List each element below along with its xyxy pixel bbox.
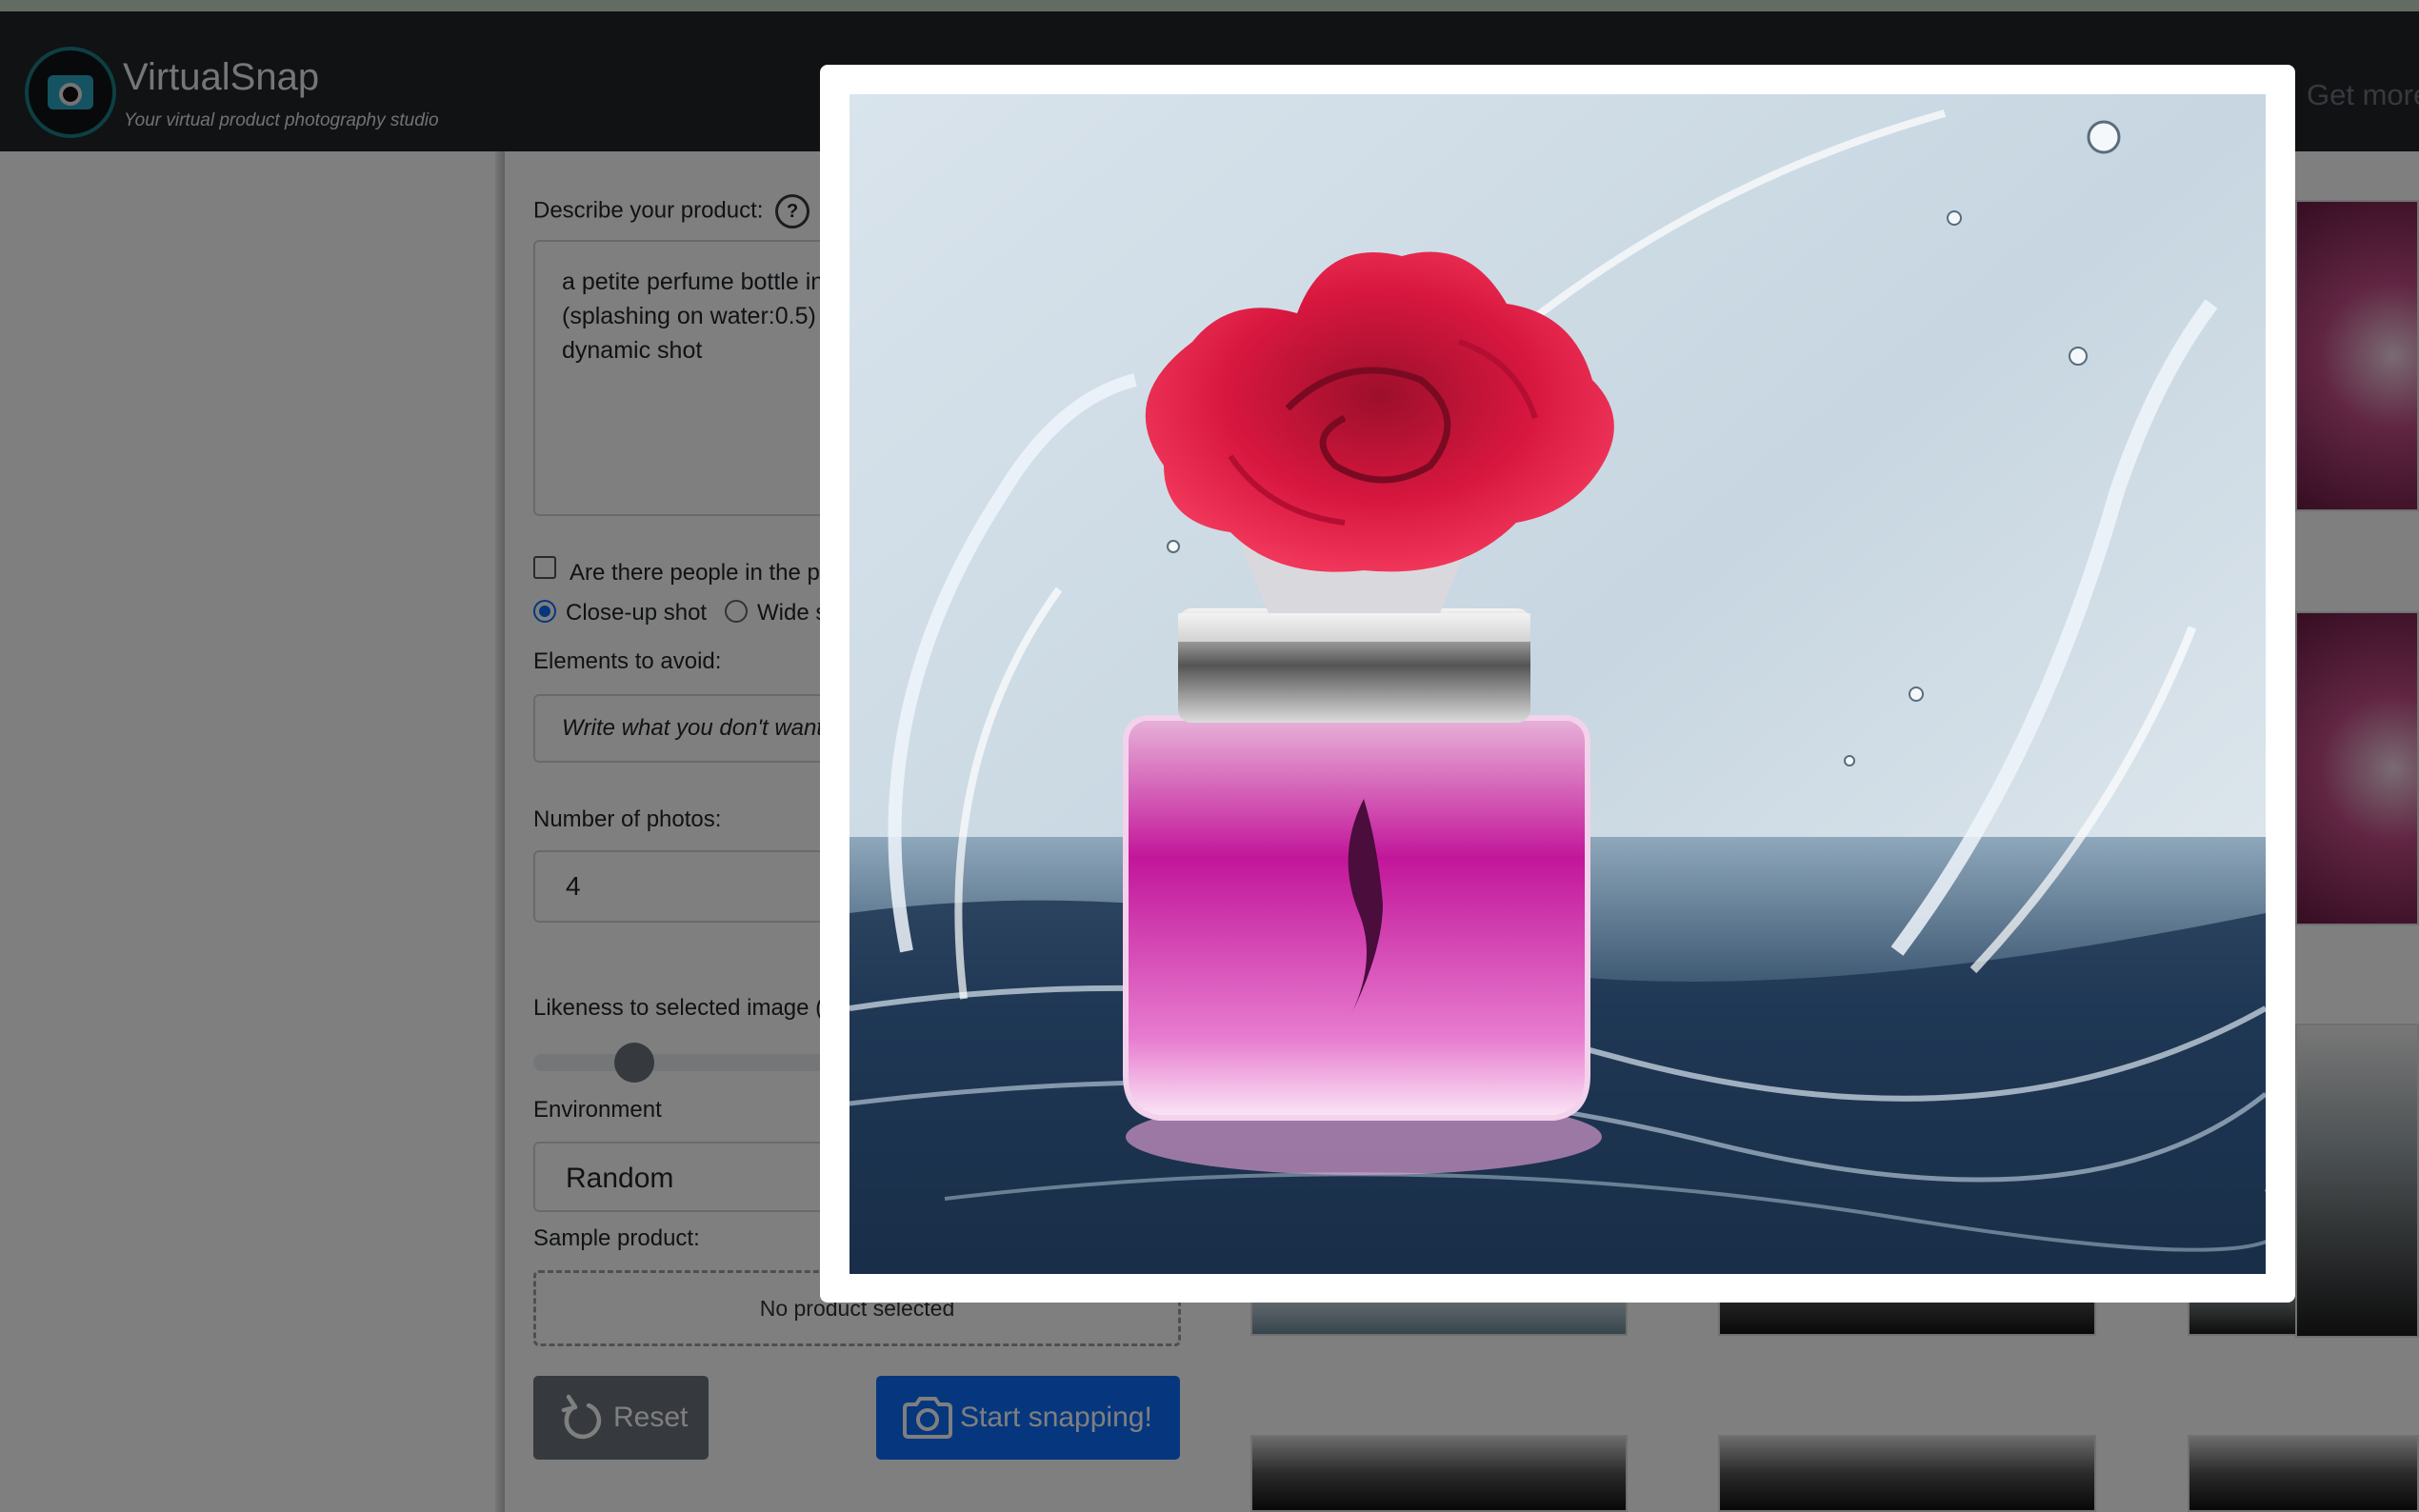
preview-image[interactable] [850, 94, 2266, 1274]
image-preview-modal [820, 65, 2295, 1303]
perfume-splash-image [850, 94, 2266, 1274]
